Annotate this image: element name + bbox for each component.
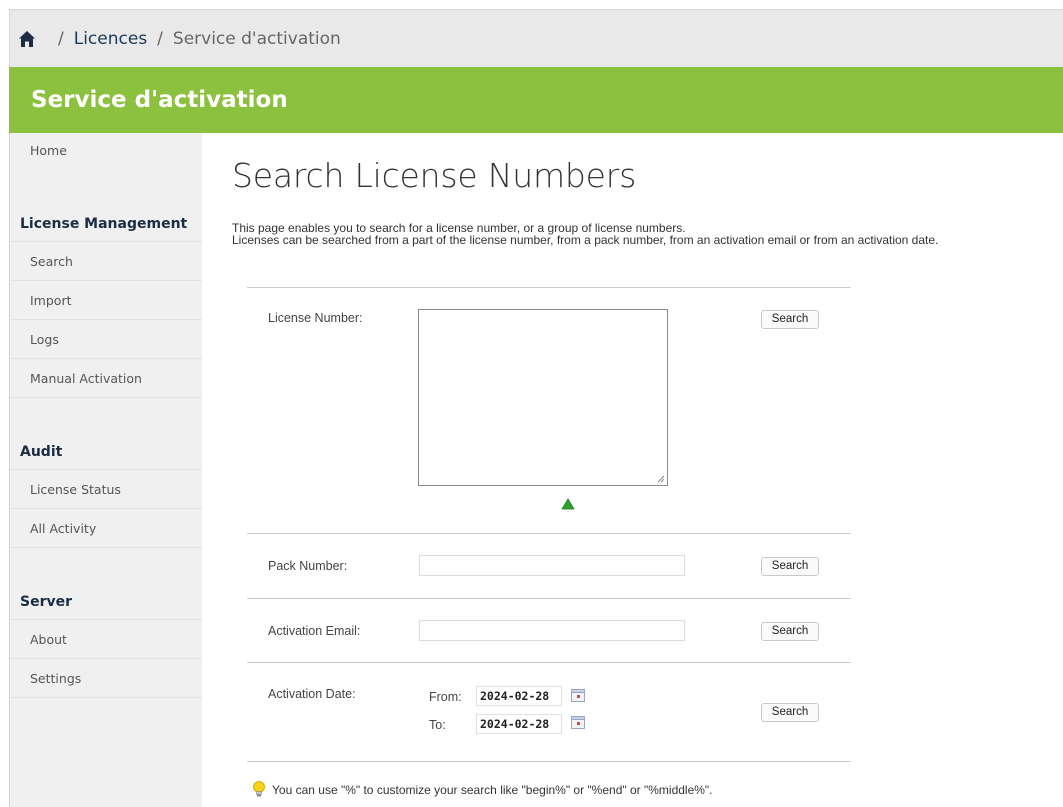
section-divider bbox=[247, 598, 851, 599]
activation-date-search-button[interactable]: Search bbox=[761, 703, 819, 722]
app-title-bar: Service d'activation bbox=[9, 67, 1063, 133]
sidebar-item-import[interactable]: Import bbox=[10, 281, 202, 320]
sidebar-group-server: Server bbox=[10, 585, 202, 620]
home-icon[interactable] bbox=[18, 30, 36, 48]
sidebar-group-license-management: License Management bbox=[10, 207, 202, 242]
sidebar-group-audit: Audit bbox=[10, 435, 202, 470]
resize-grip-icon[interactable] bbox=[657, 475, 665, 483]
date-to-input[interactable]: 2024-02-28 bbox=[476, 714, 562, 734]
description-line: Licenses can be searched from a part of … bbox=[232, 233, 939, 247]
section-divider bbox=[247, 533, 851, 534]
license-number-search-button[interactable]: Search bbox=[761, 310, 819, 329]
sidebar-item-logs[interactable]: Logs bbox=[10, 320, 202, 359]
calendar-to-icon[interactable] bbox=[571, 716, 585, 729]
sidebar-item-all-activity[interactable]: All Activity bbox=[10, 509, 202, 548]
breadcrumb-link-licences[interactable]: Licences bbox=[74, 29, 147, 49]
breadcrumb-current: Service d'activation bbox=[172, 28, 341, 49]
pack-number-search-button[interactable]: Search bbox=[761, 557, 819, 576]
activation-email-search-button[interactable]: Search bbox=[761, 622, 819, 641]
sidebar-item-license-status[interactable]: License Status bbox=[10, 470, 202, 509]
breadcrumb-separator: / bbox=[157, 28, 163, 49]
lightbulb-icon bbox=[253, 781, 265, 797]
activation-email-label: Activation Email: bbox=[268, 624, 361, 638]
calendar-from-icon[interactable] bbox=[571, 689, 585, 702]
page-title: Search License Numbers bbox=[232, 156, 637, 195]
sidebar-item-settings[interactable]: Settings bbox=[10, 659, 202, 698]
sidebar-item-home[interactable]: Home bbox=[10, 133, 202, 171]
activation-email-input[interactable] bbox=[419, 620, 685, 641]
section-divider bbox=[247, 287, 851, 288]
sidebar-item-search[interactable]: Search bbox=[10, 242, 202, 281]
pack-number-input[interactable] bbox=[419, 555, 685, 576]
pack-number-label: Pack Number: bbox=[268, 559, 348, 573]
date-from-input[interactable]: 2024-02-28 bbox=[476, 686, 562, 706]
date-from-label: From: bbox=[429, 690, 462, 704]
license-number-textarea[interactable] bbox=[418, 309, 668, 486]
activation-date-label: Activation Date: bbox=[268, 687, 356, 701]
license-number-label: License Number: bbox=[268, 311, 363, 325]
hint-text: You can use "%" to customize your search… bbox=[272, 782, 713, 797]
search-hint: You can use "%" to customize your search… bbox=[252, 781, 713, 798]
collapse-up-icon[interactable] bbox=[561, 498, 575, 510]
app-title: Service d'activation bbox=[31, 87, 288, 113]
section-divider bbox=[247, 761, 851, 762]
date-to-label: To: bbox=[429, 718, 446, 732]
page-description: This page enables you to search for a li… bbox=[232, 222, 938, 246]
section-divider bbox=[247, 662, 851, 663]
breadcrumb-separator: / bbox=[58, 28, 64, 49]
sidebar-item-about[interactable]: About bbox=[10, 620, 202, 659]
sidebar: Home License Management Search Import Lo… bbox=[9, 133, 202, 807]
breadcrumb: / Licences / Service d'activation bbox=[9, 9, 1063, 67]
sidebar-item-manual-activation[interactable]: Manual Activation bbox=[10, 359, 202, 398]
